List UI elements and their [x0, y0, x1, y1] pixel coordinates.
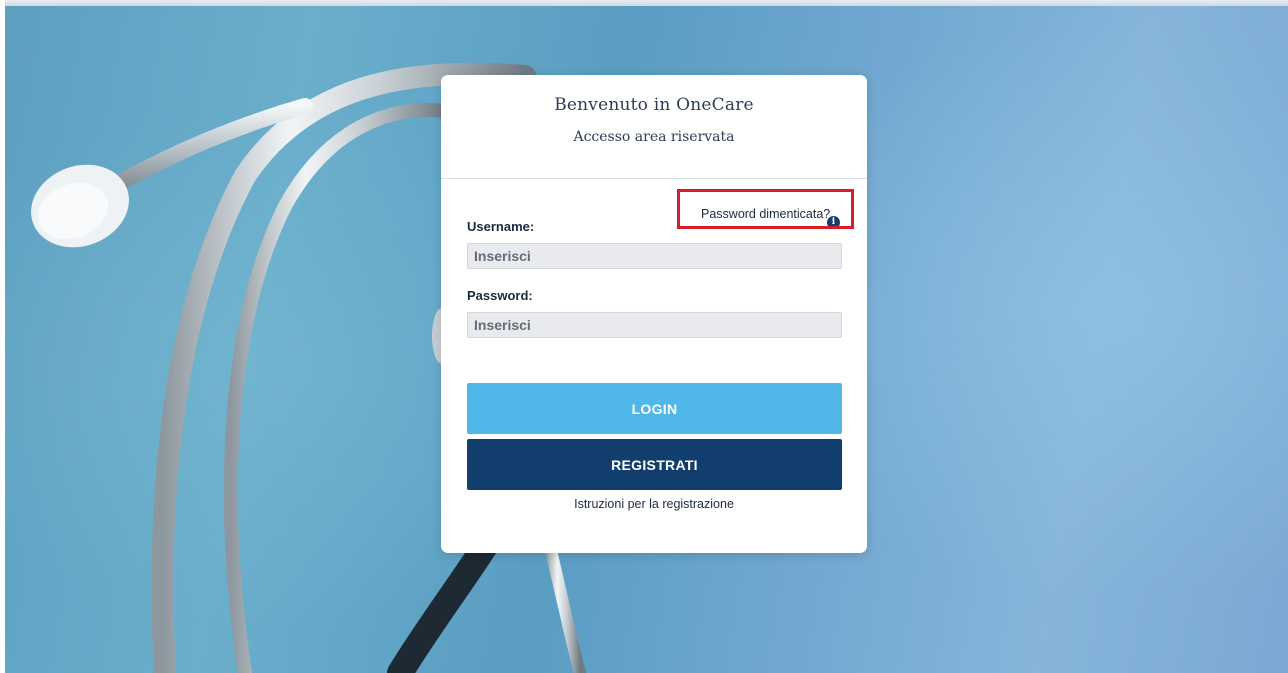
password-input[interactable]	[467, 312, 842, 338]
forgot-password-link[interactable]: Password dimenticata?	[701, 207, 830, 221]
area-subtitle: Accesso area riservata	[573, 129, 735, 145]
login-card: Benvenuto in OneCare Accesso area riserv…	[441, 75, 867, 553]
login-form: Username: i Password:	[467, 216, 842, 338]
username-label: Username:	[467, 219, 535, 234]
welcome-title: Benvenuto in OneCare	[554, 95, 754, 115]
login-button[interactable]: LOGIN	[467, 383, 842, 434]
register-button[interactable]: REGISTRATI	[467, 439, 842, 490]
password-label-row: Password:	[467, 287, 842, 305]
password-label: Password:	[467, 288, 533, 303]
login-page: Benvenuto in OneCare Accesso area riserv…	[0, 0, 1288, 673]
username-input[interactable]	[467, 243, 842, 269]
registration-instructions-link[interactable]: Istruzioni per la registrazione	[441, 497, 867, 511]
card-header: Benvenuto in OneCare Accesso area riserv…	[441, 75, 867, 179]
